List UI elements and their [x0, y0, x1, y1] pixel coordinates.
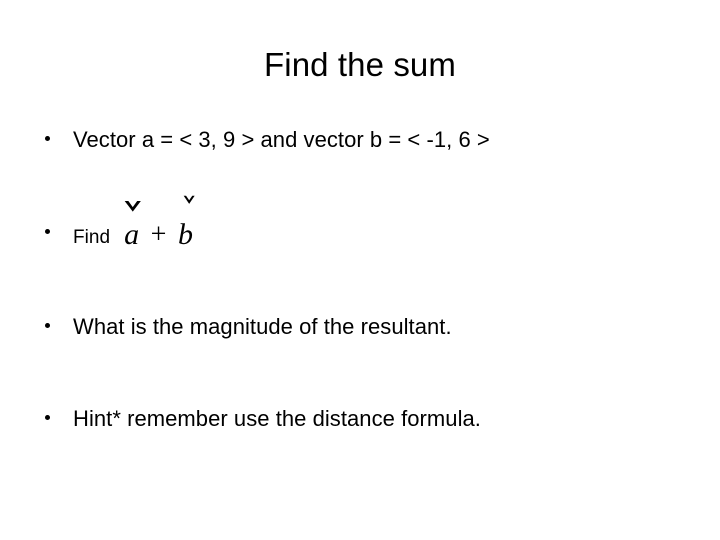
slide-canvas: Find the sum Vector a = < 3, 9 > and vec… — [0, 0, 720, 540]
bullet-list: Vector a = < 3, 9 > and vector b = < -1,… — [38, 126, 698, 435]
bullet-point-icon — [45, 135, 50, 141]
bullet-text-distance-formula-hint: Hint* remember use the distance formula. — [73, 405, 481, 431]
bullet-point-icon — [45, 414, 50, 420]
math-term-vector-a: a — [123, 201, 141, 251]
list-item: What is the magnitude of the resultant. — [38, 313, 698, 343]
math-operand-b: b — [177, 218, 193, 251]
vector-caron-accent-icon — [183, 195, 196, 205]
bullet-text-magnitude-question: What is the magnitude of the resultant. — [73, 313, 452, 339]
list-item: Hint* remember use the distance formula. — [38, 405, 698, 435]
bullet-text-vectors-given: Vector a = < 3, 9 > and vector b = < -1,… — [73, 127, 490, 152]
math-term-vector-b: b — [177, 195, 196, 251]
list-item: Find a + b — [38, 195, 698, 251]
bullet-point-icon — [45, 322, 50, 328]
bullet-point-icon — [45, 228, 50, 234]
math-operand-a: a — [124, 218, 140, 251]
page-title: Find the sum — [264, 46, 456, 83]
math-operator-plus: + — [150, 219, 167, 250]
vector-caron-accent-icon — [123, 200, 142, 213]
list-item: Vector a = < 3, 9 > and vector b = < -1,… — [38, 126, 698, 156]
bullet-text-find-sum: Find — [73, 227, 111, 248]
math-expression-vector-sum: a + b — [123, 195, 196, 251]
